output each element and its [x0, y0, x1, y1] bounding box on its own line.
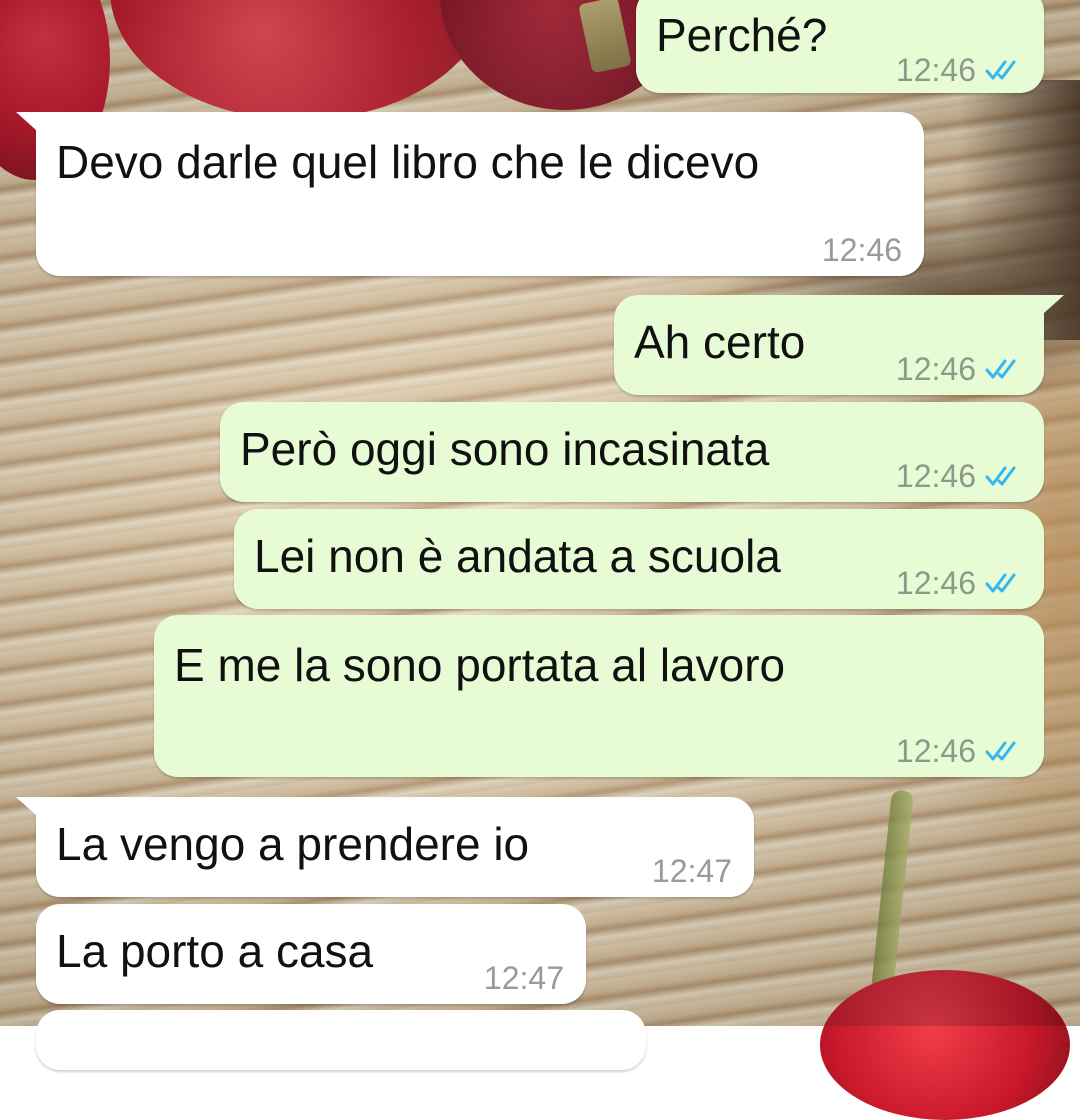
double-check-read-icon	[985, 60, 1016, 80]
outgoing-message[interactable]: Lei non è andata a scuola 12:46	[234, 509, 1044, 609]
message-text: La vengo a prendere io	[56, 818, 530, 870]
double-check-read-icon	[985, 466, 1016, 486]
message-text: Però oggi sono incasinata	[240, 423, 770, 475]
message-text: La porto a casa	[56, 925, 374, 977]
incoming-message[interactable]: La porto a casa 12:47	[36, 904, 586, 1004]
message-text: E me la sono portata al lavoro	[174, 639, 786, 691]
message-time: 12:46	[895, 52, 976, 88]
message-text: Devo darle quel libro che le dicevo	[56, 136, 760, 188]
double-check-read-icon	[985, 741, 1016, 761]
message-meta: 12:47	[652, 843, 732, 899]
outgoing-message[interactable]: Però oggi sono incasinata 12:46	[220, 402, 1044, 502]
message-time: 12:46	[895, 565, 976, 601]
incoming-message[interactable]: La vengo a prendere io 12:47	[16, 797, 754, 899]
message-time: 12:46	[895, 733, 976, 769]
message-meta: 12:46	[896, 555, 1022, 611]
message-meta: 12:46	[896, 723, 1022, 779]
message-time: 12:46	[895, 458, 976, 494]
incoming-message[interactable]: Devo darle quel libro che le dicevo 12:4…	[16, 112, 924, 278]
incoming-message[interactable]	[36, 1010, 646, 1070]
message-meta: 12:46	[896, 341, 1022, 397]
message-meta: 12:46	[822, 222, 902, 278]
message-meta: 12:46	[896, 448, 1022, 504]
double-check-read-icon	[985, 573, 1016, 593]
message-meta: 12:47	[484, 950, 564, 1006]
message-time: 12:46	[895, 351, 976, 387]
message-text: Perché?	[656, 9, 828, 61]
outgoing-message[interactable]: E me la sono portata al lavoro 12:46	[154, 615, 1044, 777]
message-text: Ah certo	[634, 316, 806, 368]
message-text: Lei non è andata a scuola	[254, 530, 781, 582]
message-list[interactable]: Perché? 12:46 Devo darle quel libro che …	[0, 0, 1080, 1070]
message-time: 12:47	[483, 960, 564, 996]
double-check-read-icon	[985, 359, 1016, 379]
message-time: 12:47	[651, 853, 732, 889]
outgoing-message[interactable]: Perché? 12:46	[636, 0, 1044, 93]
message-time: 12:46	[821, 232, 902, 268]
outgoing-message[interactable]: Ah certo 12:46	[614, 295, 1064, 397]
message-meta: 12:46	[896, 42, 1022, 98]
